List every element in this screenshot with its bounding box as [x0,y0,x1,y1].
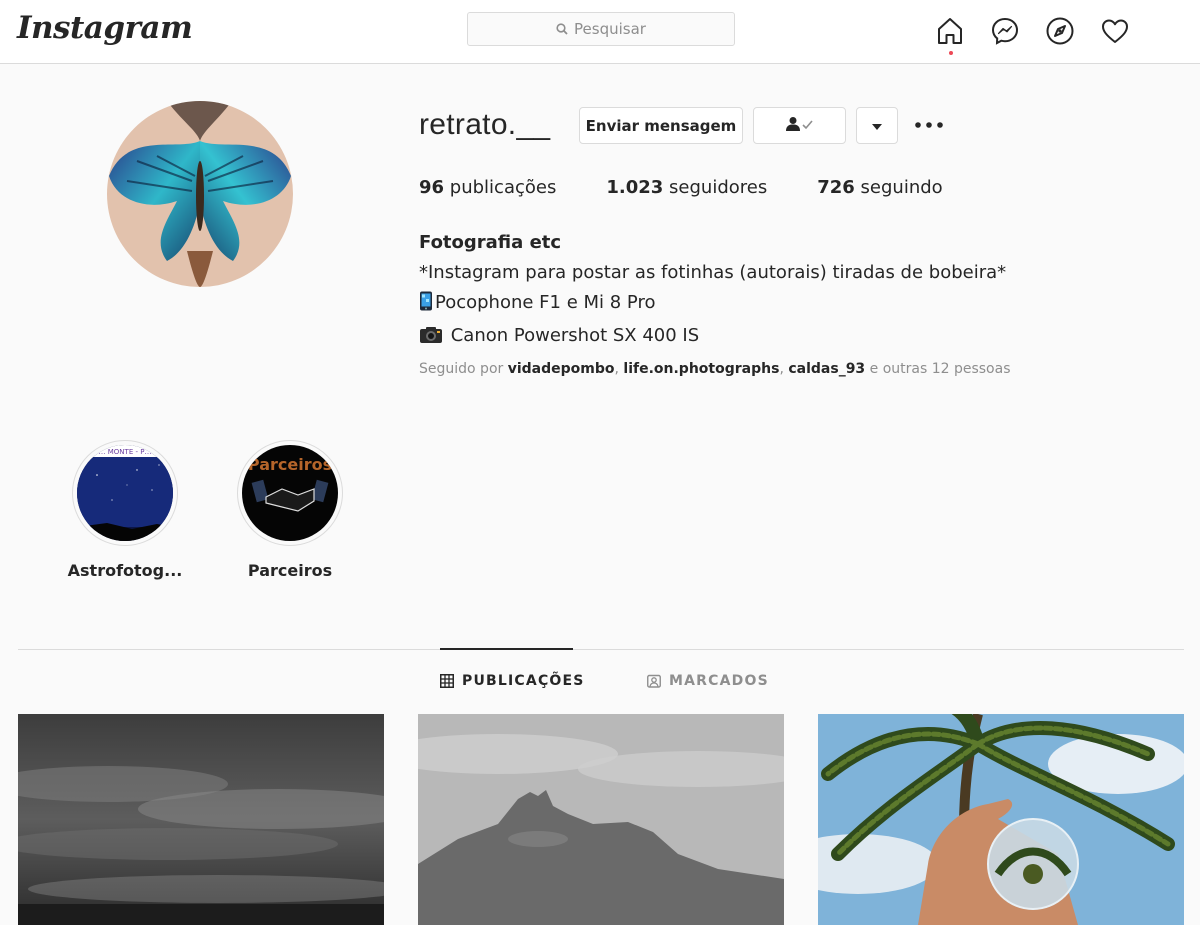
followers-count-value: 1.023 [606,177,664,198]
followers-count[interactable]: 1.023 seguidores [606,177,767,198]
highlight-ring: … MONTE - P… [72,440,178,546]
tabs-divider [18,649,1184,650]
search-placeholder: Pesquisar [574,20,646,38]
profile-bio: Fotografia etc *Instagram para postar as… [419,228,1006,354]
caret-down-icon [872,117,882,135]
followed-by-sep-2: , [779,361,789,377]
send-message-button[interactable]: Enviar mensagem [579,107,743,144]
highlight-ring: Parceiros [237,440,343,546]
highlight-label: Parceiros [247,561,333,580]
explore-compass-icon[interactable] [1043,14,1077,48]
active-tab-indicator [440,648,573,650]
following-button[interactable] [753,107,846,144]
bio-line-2: Pocophone F1 e Mi 8 Pro [419,288,1006,321]
camera-icon [419,324,443,354]
follower-link-2[interactable]: life.on.photographs [623,361,779,377]
story-highlight-parceiros[interactable]: Parceiros Parceiros [237,440,343,580]
following-count[interactable]: 726 seguindo [817,177,942,198]
post-thumbnail[interactable] [818,714,1184,925]
home-icon[interactable] [933,14,967,48]
profile-avatar[interactable] [107,101,293,287]
search-input[interactable]: Pesquisar [467,12,735,46]
tab-tagged[interactable]: MARCADOS [647,673,769,689]
highlight-cover-text: Parceiros [248,455,332,474]
highlight-cover: Parceiros [242,445,338,541]
following-count-value: 726 [817,177,855,198]
highlight-cover-text: … MONTE - P… [99,448,152,456]
posts-count-label: publicações [449,177,557,198]
bio-line-3-text: Canon Powershot SX 400 IS [445,325,700,346]
highlight-label: Astrofotog... [67,561,183,580]
post-thumbnail[interactable] [418,714,784,925]
post-thumbnail[interactable] [18,714,384,925]
more-options-icon[interactable] [912,110,946,140]
messenger-icon[interactable] [988,14,1022,48]
tab-tagged-label: MARCADOS [669,673,769,689]
following-count-label: seguindo [860,177,943,198]
instagram-logo[interactable]: Instagram [17,10,193,46]
posts-count: 96 publicações [419,177,556,198]
top-navbar: Instagram Pesquisar [0,0,1200,64]
bio-line-1: *Instagram para postar as fotinhas (auto… [419,262,1007,283]
tab-posts-label: PUBLICAÇÕES [462,673,585,689]
bio-line-2-text: Pocophone F1 e Mi 8 Pro [435,292,656,313]
user-check-icon [785,116,815,136]
notification-dot [949,51,953,55]
bio-line-3: Canon Powershot SX 400 IS [419,321,1006,354]
profile-full-name: Fotografia etc [419,232,562,253]
highlight-cover: … MONTE - P… [77,445,173,541]
profile-username: retrato.__ [419,108,551,141]
mobile-phone-icon [419,291,433,321]
grid-icon [440,674,454,688]
followers-count-label: seguidores [669,177,768,198]
posts-count-value: 96 [419,177,445,198]
story-highlight-astrofotografia[interactable]: … MONTE - P… Astrofotog... [68,440,182,580]
profile-stats: 96 publicações 1.023 seguidores 726 segu… [419,177,993,198]
search-icon [556,23,568,35]
suggestions-dropdown-button[interactable] [856,107,898,144]
followed-by-prefix: Seguido por [419,361,508,377]
followed-by-text[interactable]: Seguido por vidadepombo, life.on.photogr… [419,361,1011,377]
follower-link-3[interactable]: caldas_93 [788,361,865,377]
tab-posts[interactable]: PUBLICAÇÕES [440,673,585,689]
heart-icon[interactable] [1098,14,1132,48]
follower-link-1[interactable]: vidadepombo [508,361,615,377]
followed-by-suffix: e outras 12 pessoas [865,361,1011,377]
tagged-user-icon [647,674,661,688]
